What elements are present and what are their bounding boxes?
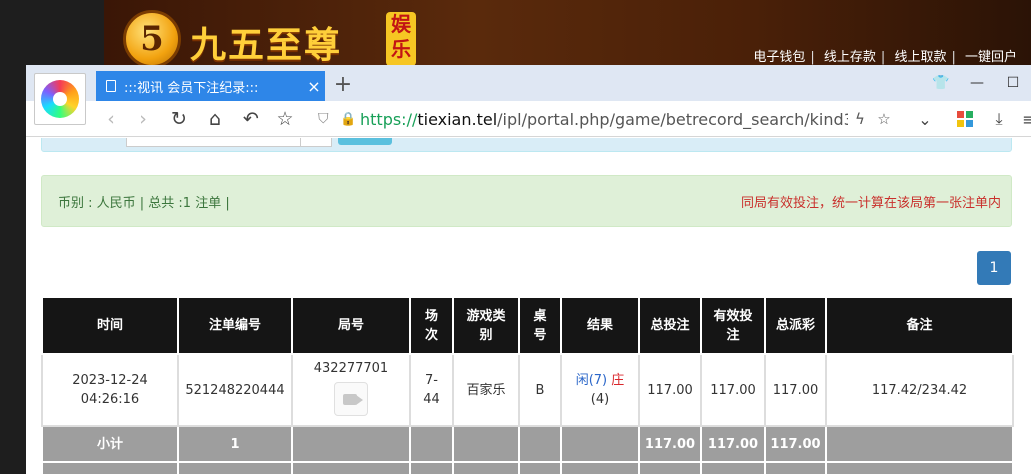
subtotal-empty xyxy=(518,425,562,463)
cell-bet-no: 521248220444 xyxy=(177,353,293,427)
site-logo-icon: 5 xyxy=(123,10,181,68)
cell-game-type: 百家乐 xyxy=(452,353,520,427)
subtotal-row: 小计 1 117.00 117.00 117.00 xyxy=(41,425,1014,463)
subtotal-valid-bet: 117.00 xyxy=(700,425,766,463)
col-valid-bet: 有效投 注 xyxy=(700,296,766,355)
bet-date: 2023-12-24 xyxy=(72,373,148,388)
new-tab-icon[interactable]: + xyxy=(332,73,354,97)
subtotal-label: 小计 xyxy=(41,425,179,463)
forward-icon[interactable]: › xyxy=(130,106,156,132)
col-remark: 备注 xyxy=(825,296,1014,355)
lock-icon: 🔒 xyxy=(340,111,357,127)
subtotal-empty xyxy=(452,425,520,463)
url-path: /ipl/portal.php/game/betrecord_search/ki… xyxy=(497,109,848,129)
total-row xyxy=(41,461,1014,474)
download-icon[interactable]: ⤓ xyxy=(986,106,1012,132)
subtotal-empty xyxy=(560,425,640,463)
subtotal-empty xyxy=(409,425,454,463)
summary-bar: 币别 : 人民币 | 总共 :1 注单 | 同局有效投注，统一计算在该局第一张注… xyxy=(41,175,1012,227)
search-button[interactable] xyxy=(338,138,392,145)
browser-logo-icon[interactable] xyxy=(34,73,86,125)
url-scheme: https:// xyxy=(360,109,418,129)
col-session: 场 次 xyxy=(409,296,454,355)
result-player: 闲(7) xyxy=(575,373,608,388)
tab-title: :::视讯 会员下注纪录::: xyxy=(124,80,259,96)
logo-number: 5 xyxy=(140,19,164,59)
table-row: 2023-12-24 04:26:16 521248220444 43227770… xyxy=(41,353,1014,427)
page-1-button[interactable]: 1 xyxy=(977,251,1011,285)
result-banker-score: (4) xyxy=(590,392,610,407)
site-title: 九五至尊 xyxy=(190,24,343,66)
video-replay-icon[interactable] xyxy=(334,381,368,416)
bet-time: 04:26:16 xyxy=(80,392,140,407)
subtotal-empty xyxy=(291,425,411,463)
subtotal-count: 1 xyxy=(177,425,293,463)
link-deposit[interactable]: 线上存款 xyxy=(824,50,876,65)
url-host: tiexian.tel xyxy=(417,109,498,129)
cell-table-no: B xyxy=(518,353,562,427)
col-bet-no: 注单编号 xyxy=(177,296,293,355)
dropdown-chevron-icon[interactable]: ⌄ xyxy=(912,106,938,132)
browser-window: :::视讯 会员下注纪录::: × + 👕 — ☐ ‹ › ↻ ⌂ ↶ ☆ ⛉ … xyxy=(26,65,1031,474)
cell-time: 2023-12-24 04:26:16 xyxy=(41,353,179,427)
page-icon xyxy=(106,80,116,92)
col-game-type: 游戏类 别 xyxy=(452,296,520,355)
bet-record-table: 时间 注单编号 局号 场 次 游戏类 别 桌 号 结果 总投注 有效投 注 总派… xyxy=(41,296,1014,474)
shield-icon: ⛉ xyxy=(318,111,329,127)
site-tag: 娱乐 xyxy=(386,12,416,66)
refresh-icon[interactable]: ↻ xyxy=(166,106,192,132)
page-content: 币别 : 人民币 | 总共 :1 注单 | 同局有效投注，统一计算在该局第一张注… xyxy=(26,138,1031,474)
table-header-row: 时间 注单编号 局号 场 次 游戏类 别 桌 号 结果 总投注 有效投 注 总派… xyxy=(41,296,1014,355)
cell-round-no: 432277701 xyxy=(291,353,411,427)
url-text[interactable]: https://tiexian.tel/ipl/portal.php/game/… xyxy=(360,110,848,129)
round-number: 432277701 xyxy=(313,360,389,376)
address-bar[interactable]: ⛉ 🔒 https://tiexian.tel/ipl/portal.php/g… xyxy=(318,104,908,134)
result-banker: 庄 xyxy=(611,373,625,388)
col-result: 结果 xyxy=(560,296,640,355)
col-table-no: 桌 号 xyxy=(518,296,562,355)
cell-payout: 117.00 xyxy=(764,353,827,427)
summary-text: 币别 : 人民币 | 总共 :1 注单 | xyxy=(58,195,230,211)
bookmark-star-icon[interactable]: ☆ xyxy=(272,106,298,132)
subtotal-empty xyxy=(825,425,1014,463)
lightning-icon[interactable]: ϟ xyxy=(848,110,872,128)
cell-session: 7- 44 xyxy=(409,353,454,427)
cell-remark: 117.42/234.42 xyxy=(825,353,1014,427)
browser-toolbar: ‹ › ↻ ⌂ ↶ ☆ ⛉ 🔒 https://tiexian.tel/ipl/… xyxy=(26,101,1031,137)
notice-text: 同局有效投注，统一计算在该局第一张注单内 xyxy=(740,195,1001,211)
minimize-icon[interactable]: — xyxy=(959,75,995,91)
tab-strip: :::视讯 会员下注纪录::: × + 👕 — ☐ xyxy=(26,65,1031,101)
back-icon[interactable]: ‹ xyxy=(98,106,124,132)
select-arrow[interactable] xyxy=(300,138,332,147)
subtotal-payout: 117.00 xyxy=(764,425,827,463)
col-round-no: 局号 xyxy=(291,296,411,355)
site-top-links: 电子钱包 | 线上存款 | 线上取款 | 一键回户 xyxy=(753,50,1017,65)
link-withdraw[interactable]: 线上取款 xyxy=(894,50,946,65)
col-total-bet: 总投注 xyxy=(638,296,702,355)
subtotal-total-bet: 117.00 xyxy=(638,425,702,463)
cell-result: 闲(7) 庄 (4) xyxy=(560,353,640,427)
link-return[interactable]: 一键回户 xyxy=(965,50,1017,65)
window-controls: 👕 — ☐ xyxy=(923,65,1031,101)
maximize-icon[interactable]: ☐ xyxy=(995,75,1031,91)
menu-icon[interactable]: ≡ xyxy=(1016,106,1031,132)
link-wallet[interactable]: 电子钱包 xyxy=(753,50,805,65)
skin-icon[interactable]: 👕 xyxy=(923,75,959,91)
search-panel xyxy=(41,138,1012,152)
home-icon[interactable]: ⌂ xyxy=(202,106,228,132)
col-payout: 总派彩 xyxy=(764,296,827,355)
tab-bet-record[interactable]: :::视讯 会员下注纪录::: × xyxy=(96,71,325,101)
cell-total-bet[interactable]: 117.00 xyxy=(638,353,702,427)
col-time: 时间 xyxy=(41,296,179,355)
apps-grid-icon[interactable] xyxy=(952,106,978,132)
tab-close-icon[interactable]: × xyxy=(303,77,325,96)
favorite-icon[interactable]: ☆ xyxy=(872,110,896,128)
undo-icon[interactable]: ↶ xyxy=(238,106,264,132)
cell-valid-bet: 117.00 xyxy=(700,353,766,427)
